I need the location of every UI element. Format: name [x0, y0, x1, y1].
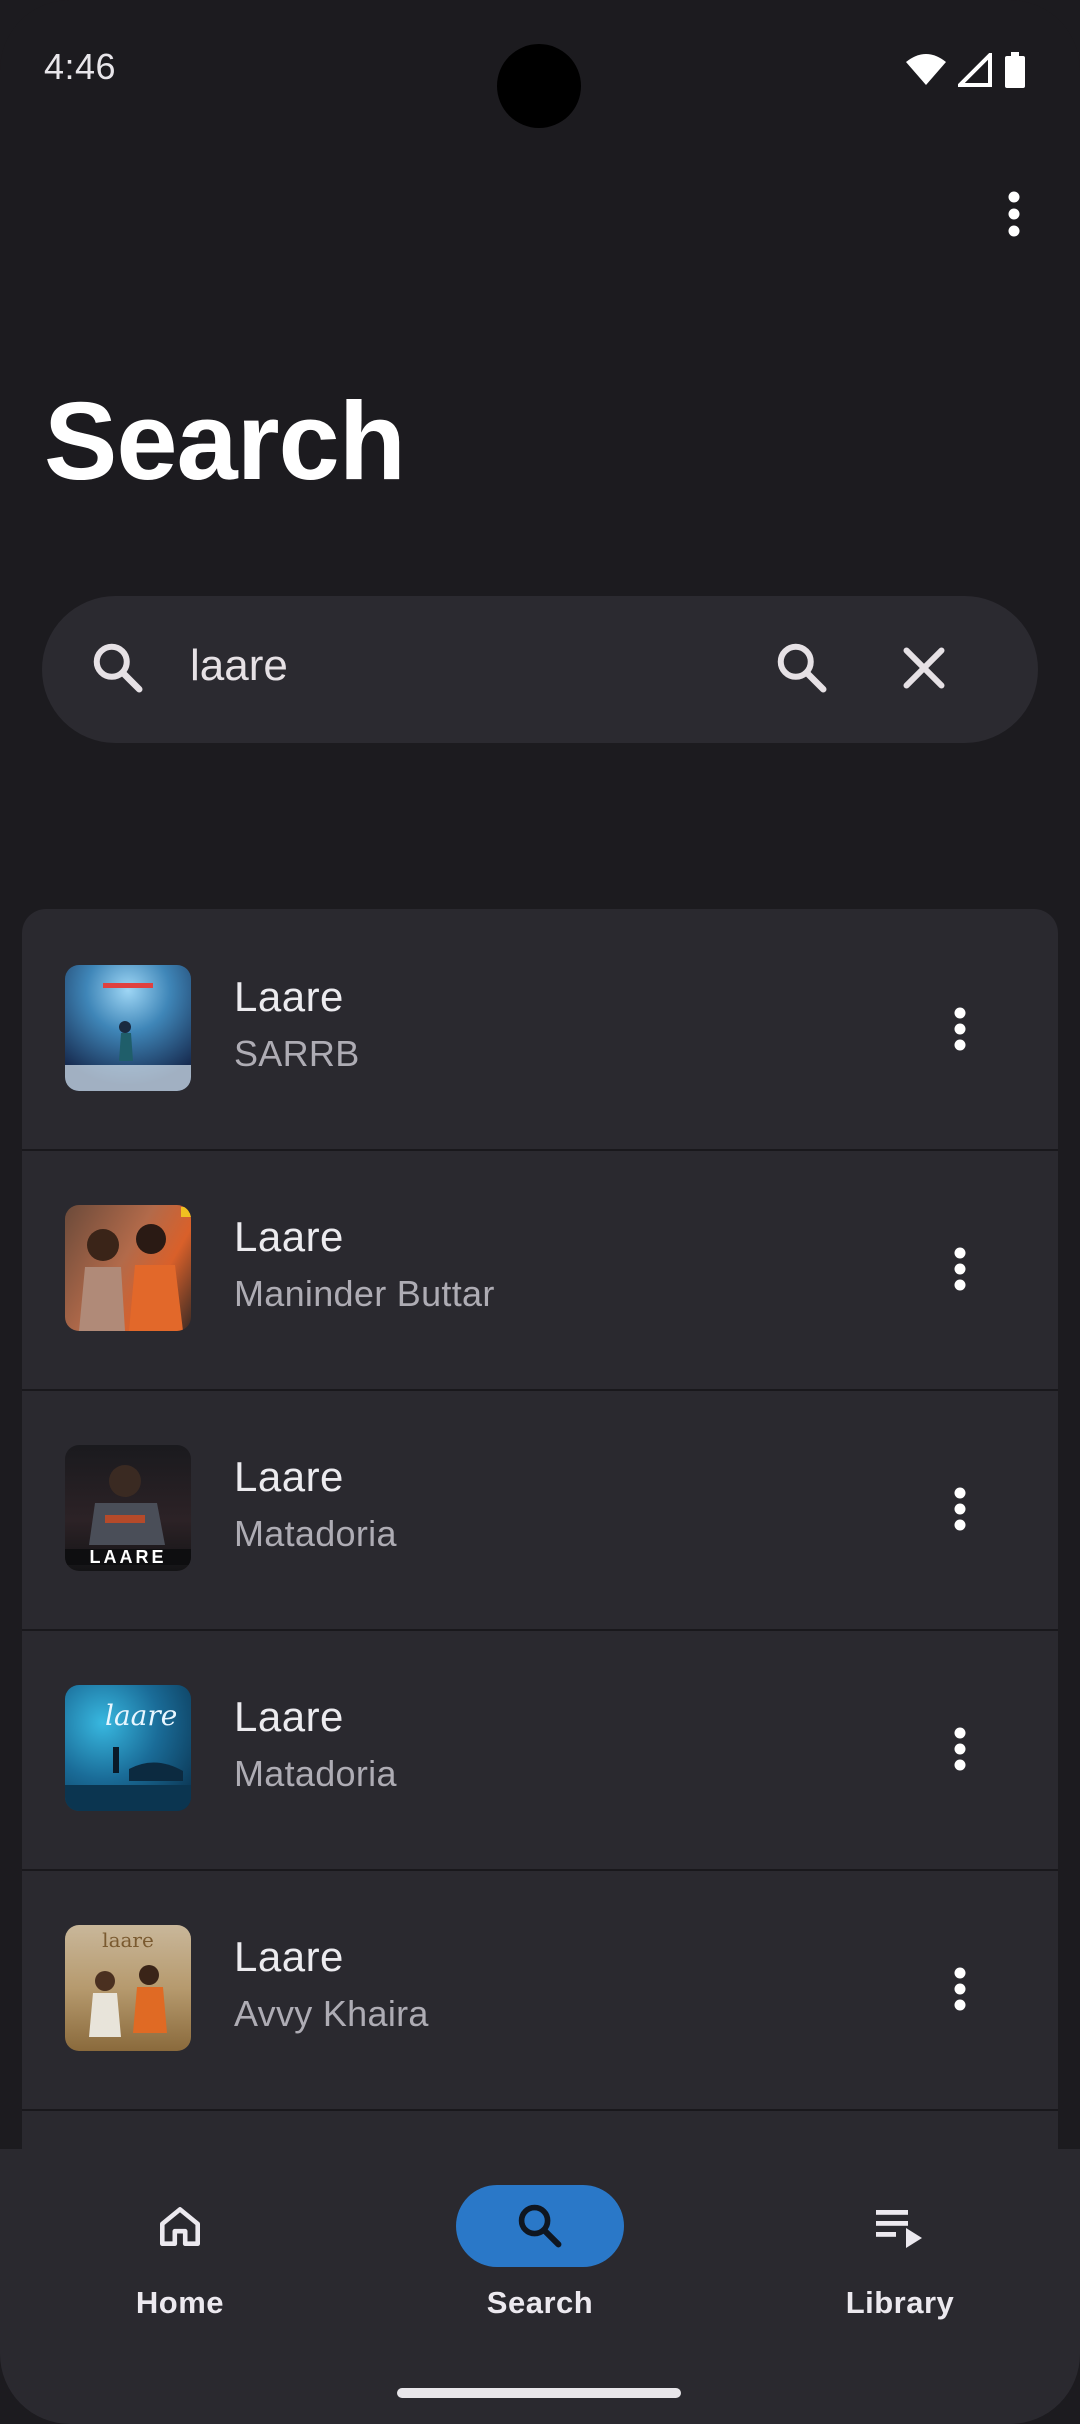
song-title: Laare: [234, 973, 344, 1020]
song-artist: SARRB: [234, 1033, 360, 1074]
song-title: Laare: [234, 1933, 344, 1980]
status-icons: [906, 52, 1026, 88]
nav-item-library[interactable]: Library: [775, 2185, 1025, 2335]
album-art: LAARE: [65, 1445, 191, 1571]
camera-cutout: [497, 44, 581, 128]
list-item[interactable]: laare Laare Matadoria: [22, 1629, 1058, 1871]
page-title: Search: [44, 380, 406, 503]
home-icon: [160, 2207, 200, 2246]
nav-label-home: Home: [135, 2285, 225, 2320]
song-more-button[interactable]: [936, 1245, 984, 1293]
search-icon: [518, 2204, 562, 2248]
nav-item-home[interactable]: Home: [55, 2185, 305, 2335]
list-item[interactable]: Laare SARRB: [22, 909, 1058, 1151]
more-vert-icon: [1008, 191, 1020, 237]
song-more-button[interactable]: [936, 1005, 984, 1053]
more-vert-icon: [954, 1487, 966, 1531]
list-item[interactable]: Laare Maninder Buttar: [22, 1149, 1058, 1391]
album-art: laare: [65, 1925, 191, 2051]
album-art: laare: [65, 1685, 191, 1811]
screen: 4:46 Search laare Laare SARRB Laare Mani…: [0, 0, 1080, 2424]
results-list: Laare SARRB Laare Maninder Buttar LAARE …: [22, 909, 1058, 2149]
song-title: Laare: [234, 1453, 344, 1500]
nav-pill: [96, 2185, 264, 2267]
song-title: Laare: [234, 1213, 344, 1260]
list-item[interactable]: laare Laare Avvy Khaira: [22, 1869, 1058, 2111]
close-icon[interactable]: [894, 638, 954, 698]
nav-item-search[interactable]: Search: [415, 2185, 665, 2335]
song-artist: Matadoria: [234, 1753, 397, 1794]
song-title: Laare: [234, 1693, 344, 1740]
nav-label-library: Library: [845, 2285, 955, 2320]
battery-icon: [1005, 52, 1025, 88]
wifi-icon: [906, 54, 946, 85]
song-artist: Avvy Khaira: [234, 1993, 429, 2034]
svg-text:laare: laare: [105, 1699, 177, 1732]
song-more-button[interactable]: [936, 1725, 984, 1773]
home-indicator[interactable]: [397, 2388, 681, 2398]
nav-pill: [816, 2185, 984, 2267]
signal-icon: [958, 53, 992, 87]
more-vert-icon: [954, 1007, 966, 1051]
song-artist: Maninder Buttar: [234, 1273, 495, 1314]
queue-music-icon: [876, 2210, 922, 2248]
search-submit-icon[interactable]: [772, 638, 832, 698]
album-art: [65, 965, 191, 1091]
album-art: [65, 1205, 191, 1331]
svg-text:laare: laare: [102, 1928, 154, 1952]
song-more-button[interactable]: [936, 1965, 984, 2013]
more-vert-icon: [954, 1727, 966, 1771]
overflow-menu-button[interactable]: [988, 188, 1040, 240]
nav-label-search: Search: [486, 2285, 594, 2320]
status-time: 4:46: [44, 46, 117, 87]
svg-text:LAARE: LAARE: [90, 1547, 167, 1567]
nav-pill-active: [456, 2185, 624, 2267]
song-more-button[interactable]: [936, 1485, 984, 1533]
song-artist: Matadoria: [234, 1513, 397, 1554]
list-item[interactable]: LAARE Laare Matadoria: [22, 1389, 1058, 1631]
more-vert-icon: [954, 1247, 966, 1291]
search-input[interactable]: laare: [190, 641, 288, 691]
more-vert-icon: [954, 1967, 966, 2011]
bottom-navigation: Home Search Library: [0, 2149, 1080, 2424]
search-icon: [93, 643, 143, 693]
search-bar[interactable]: laare: [42, 596, 1038, 743]
